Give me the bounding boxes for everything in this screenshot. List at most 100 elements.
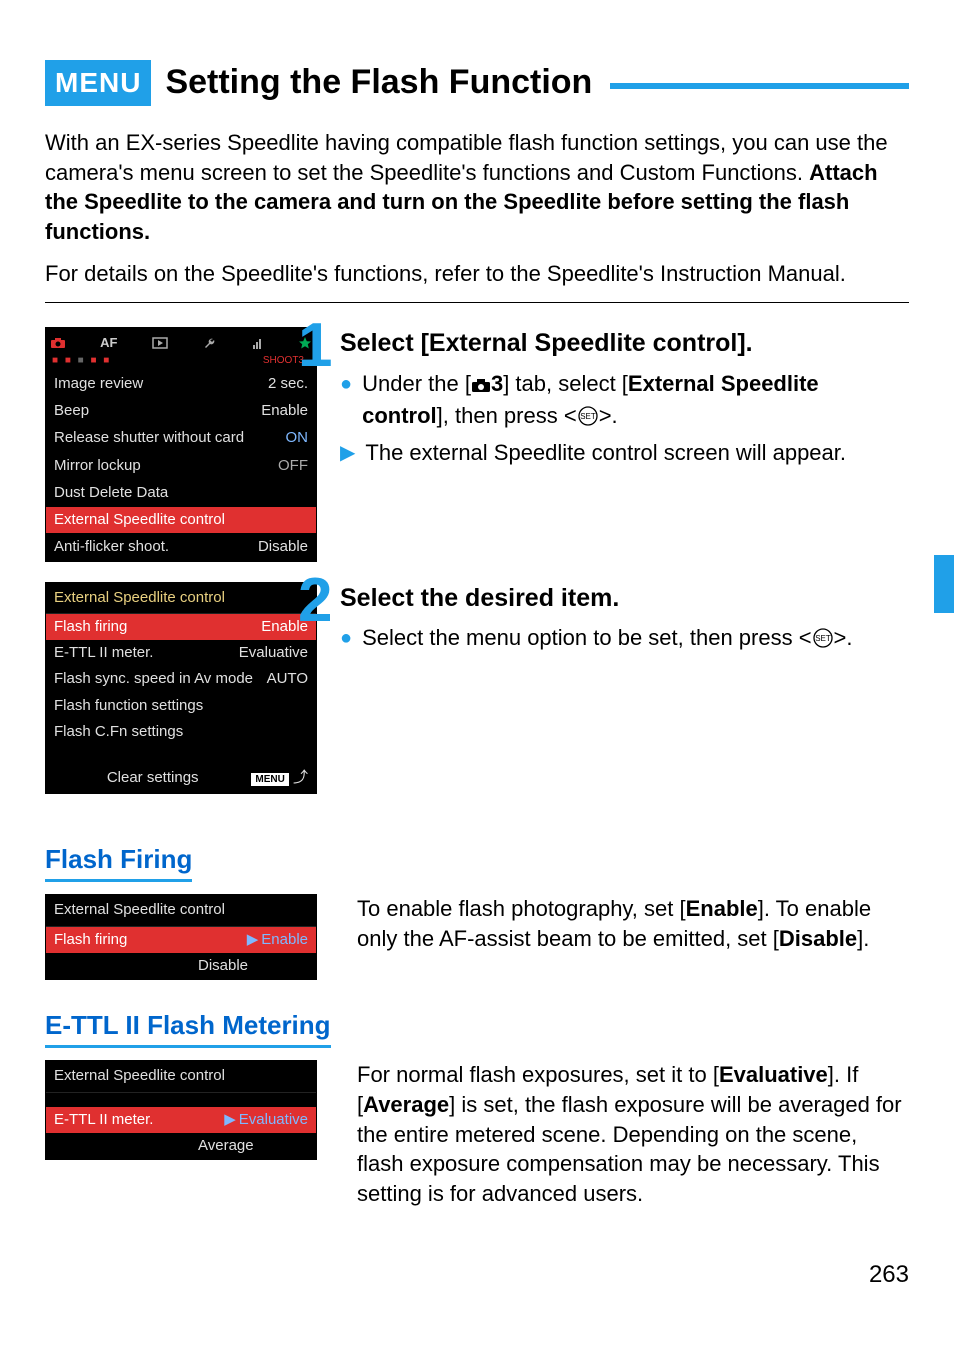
step2-bullet1: Select the menu option to be set, then p… bbox=[362, 623, 909, 657]
camera-tab-icon bbox=[50, 337, 66, 349]
lcd-page-dots: ■ ■ ■ ■ ■ bbox=[52, 354, 111, 368]
step-2: External Speedlite control Flash firing E… bbox=[45, 582, 909, 795]
ff-t4: Disable bbox=[779, 926, 857, 951]
set-icon: SET bbox=[812, 627, 834, 657]
lcd1-r6-label: External Speedlite control bbox=[54, 510, 225, 530]
lcd2-r1-label: Flash firing bbox=[54, 617, 127, 637]
lcd2-r2-value: Evaluative bbox=[239, 643, 308, 663]
lcd2-header: External Speedlite control bbox=[46, 583, 316, 614]
intro-paragraph-2: For details on the Speedlite's functions… bbox=[45, 259, 909, 289]
triangle-icon: ▶ bbox=[247, 930, 259, 950]
intro-paragraph: With an EX-series Speedlite having compa… bbox=[45, 128, 909, 247]
lcd-external-speedlite: External Speedlite control Flash firing E… bbox=[45, 582, 317, 795]
lcd1-r2-label: Beep bbox=[54, 401, 89, 421]
step2-title: Select the desired item. bbox=[340, 582, 909, 616]
side-tab bbox=[934, 555, 954, 613]
ff-t2: Enable bbox=[686, 896, 758, 921]
play-tab-icon bbox=[152, 337, 168, 349]
bullet-arrow-icon: ▶ bbox=[340, 438, 355, 468]
menu-badge: MENU bbox=[45, 60, 151, 106]
lcd1-row-external-speedlite: External Speedlite control bbox=[46, 506, 316, 533]
custom-tab-icon bbox=[250, 336, 264, 350]
s1b1-b: 3 bbox=[491, 371, 503, 396]
title-line bbox=[610, 83, 909, 89]
lcd-ettl-opt1: Evaluative bbox=[239, 1110, 308, 1130]
lcd2-row-sync: Flash sync. speed in Av mode AUTO bbox=[46, 666, 316, 692]
bullet-dot-icon: ● bbox=[340, 623, 352, 653]
lcd-ff-header: External Speedlite control bbox=[46, 895, 316, 926]
lcd2-r5-label: Flash C.Fn settings bbox=[54, 722, 183, 742]
lcd2-r3-value: AUTO bbox=[267, 669, 308, 689]
lcd1-r7-label: Anti-flicker shoot. bbox=[54, 537, 169, 557]
s2b1-b: >. bbox=[834, 625, 853, 650]
et-t4: Average bbox=[363, 1092, 449, 1117]
lcd-ettl-label: E-TTL II meter. bbox=[54, 1110, 153, 1130]
step1-bullets: ● Under the [3] tab, select [External Sp… bbox=[340, 369, 909, 468]
lcd1-r5-label: Dust Delete Data bbox=[54, 483, 168, 503]
lcd1-row-dust: Dust Delete Data bbox=[46, 479, 316, 506]
lcd-ettl-header: External Speedlite control bbox=[46, 1061, 316, 1092]
lcd1-row-mirror: Mirror lockupOFF bbox=[46, 452, 316, 479]
lcd2-r4-label: Flash function settings bbox=[54, 696, 203, 716]
page-number: 263 bbox=[45, 1259, 909, 1291]
lcd2-row-clear: Clear settings MENU ⤴ bbox=[46, 763, 316, 793]
lcd1-row-image-review: Image review2 sec. bbox=[46, 370, 316, 397]
set-icon: SET bbox=[577, 405, 599, 435]
ettl-section: External Speedlite control E-TTL II mete… bbox=[45, 1060, 909, 1208]
lcd-ff-opt2-row: Disable bbox=[46, 953, 316, 979]
lcd-shoot3: AF ■ ■ ■ ■ ■ SHOOT3 Image review2 sec. bbox=[45, 327, 317, 561]
ettl-heading: E-TTL II Flash Metering bbox=[45, 1008, 331, 1048]
lcd2-r2-label: E-TTL II meter. bbox=[54, 643, 153, 663]
lcd1-r3-label: Release shutter without card bbox=[54, 428, 244, 448]
svg-text:SET: SET bbox=[580, 412, 596, 421]
ettl-text: For normal flash exposures, set it to [E… bbox=[357, 1060, 909, 1208]
lcd1-row-beep: BeepEnable bbox=[46, 397, 316, 424]
intro-text-1: With an EX-series Speedlite having compa… bbox=[45, 130, 888, 185]
lcd-ff-opt2: Disable bbox=[198, 956, 248, 976]
lcd2-row-cfn: Flash C.Fn settings bbox=[46, 719, 316, 745]
lcd1-r1-label: Image review bbox=[54, 374, 143, 394]
lcd-ettl-row: E-TTL II meter. ▶Evaluative bbox=[46, 1107, 316, 1133]
lcd2-menu-badge: MENU bbox=[251, 773, 288, 786]
lcd-ff-label: Flash firing bbox=[54, 930, 127, 950]
step1-bullet1: Under the [3] tab, select [External Spee… bbox=[362, 369, 909, 434]
wrench-tab-icon bbox=[202, 336, 216, 350]
lcd2-row-funcsettings: Flash function settings bbox=[46, 693, 316, 719]
lcd1-r4-label: Mirror lockup bbox=[54, 456, 141, 476]
lcd1-row-antiflicker: Anti-flicker shoot. Disable bbox=[46, 533, 316, 560]
lcd-ettl-opt2: Average bbox=[198, 1136, 254, 1156]
lcd-ettl-opt2-row: Average bbox=[46, 1133, 316, 1159]
lcd1-r3-value: ON bbox=[286, 428, 309, 448]
lcd1-row-release: Release shutter without card ON bbox=[46, 424, 316, 451]
step-1: AF ■ ■ ■ ■ ■ SHOOT3 Image review2 sec. bbox=[45, 327, 909, 561]
step2-bullets: ● Select the menu option to be set, then… bbox=[340, 623, 909, 657]
et-t1: For normal flash exposures, set it to [ bbox=[357, 1062, 719, 1087]
page-title-row: MENU Setting the Flash Function bbox=[45, 60, 909, 106]
menu-return-icon: MENU ⤴ bbox=[251, 768, 308, 788]
flash-firing-section: External Speedlite control Flash firing … bbox=[45, 894, 909, 980]
s1b1-a: Under the [ bbox=[362, 371, 471, 396]
flash-firing-heading: Flash Firing bbox=[45, 842, 192, 882]
s1b1-f: >. bbox=[599, 403, 618, 428]
lcd-ff-row: Flash firing ▶Enable bbox=[46, 927, 316, 953]
lcd-ettl: External Speedlite control E-TTL II mete… bbox=[45, 1060, 317, 1160]
flash-firing-text: To enable flash photography, set [Enable… bbox=[357, 894, 909, 953]
step1-title: Select [External Speedlite control]. bbox=[340, 327, 909, 361]
svg-text:SET: SET bbox=[815, 634, 831, 643]
s1b1-c: ] tab, select [ bbox=[503, 371, 628, 396]
camera-icon bbox=[471, 371, 491, 401]
page-title: Setting the Flash Function bbox=[165, 60, 592, 106]
triangle-icon: ▶ bbox=[224, 1110, 236, 1130]
divider bbox=[45, 302, 909, 303]
step1-bullet2: The external Speedlite control screen wi… bbox=[365, 438, 909, 468]
lcd2-r3-label: Flash sync. speed in Av mode bbox=[54, 669, 253, 689]
s1b1-e: ], then press < bbox=[437, 403, 577, 428]
lcd-flash-firing: External Speedlite control Flash firing … bbox=[45, 894, 317, 980]
lcd1-r7-value: Disable bbox=[258, 537, 308, 557]
step-number-2: 2 bbox=[298, 570, 332, 632]
ff-t5: ]. bbox=[857, 926, 869, 951]
s2b1-a: Select the menu option to be set, then p… bbox=[362, 625, 811, 650]
lcd-ff-opt1: Enable bbox=[261, 930, 308, 950]
ff-t1: To enable flash photography, set [ bbox=[357, 896, 686, 921]
lcd2-row-ettl: E-TTL II meter. Evaluative bbox=[46, 640, 316, 666]
